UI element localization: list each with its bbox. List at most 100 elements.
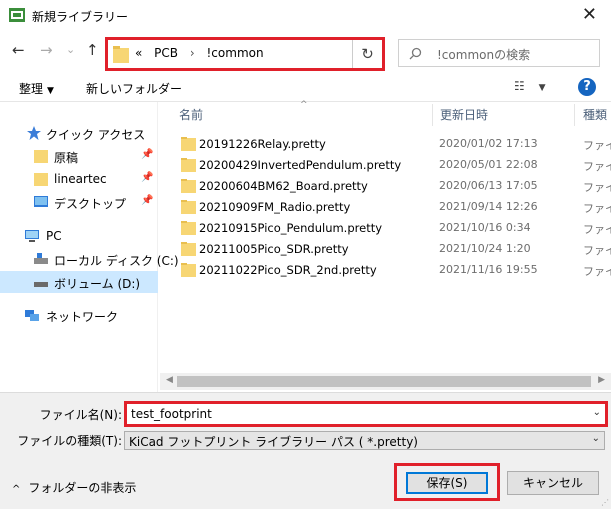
sidebar-item-label: クイック アクセス	[46, 128, 146, 142]
file-date: 2020/05/01 22:08	[439, 158, 538, 171]
file-date: 2021/09/14 12:26	[439, 200, 538, 213]
filename-label: ファイル名(N):	[39, 408, 122, 422]
sidebar-item-manuscript[interactable]: 原稿 📌	[0, 145, 158, 167]
save-button[interactable]: 保存(S)	[406, 472, 488, 494]
folder-icon	[34, 150, 48, 163]
file-date: 2021/10/16 0:34	[439, 221, 531, 234]
resize-grip-icon[interactable]: ⋰	[601, 498, 609, 507]
kicad-app-icon	[9, 8, 25, 22]
scroll-left-icon[interactable]: ◀	[166, 375, 173, 385]
file-name: 20210909FM_Radio.pretty	[199, 200, 351, 214]
address-bar[interactable]: « PCB › !common ↻	[105, 37, 385, 71]
sidebar-item-pc[interactable]: PC	[0, 225, 158, 247]
column-header-name[interactable]: 名前	[179, 106, 203, 123]
column-header-label: 名前	[179, 108, 204, 122]
filename-value: test_footprint	[131, 407, 212, 421]
breadcrumb-item-pcb[interactable]: PCB	[154, 46, 178, 60]
folder-icon	[181, 221, 196, 235]
sidebar-item-volume-d[interactable]: ボリューム (D:)	[0, 271, 158, 293]
file-name: 20211005Pico_SDR.pretty	[199, 242, 349, 256]
title-bar: 新規ライブラリー ✕	[0, 0, 611, 31]
filename-input[interactable]: test_footprint ⌄	[124, 401, 608, 427]
horizontal-scrollbar[interactable]: ◀ ▶	[160, 373, 611, 390]
folder-icon	[181, 137, 196, 151]
sidebar-item-label: ボリューム (D:)	[54, 277, 141, 291]
chevron-up-icon: ^	[12, 484, 21, 495]
pin-icon[interactable]: 📌	[141, 172, 153, 183]
sidebar-item-lineartec[interactable]: lineartec 📌	[0, 168, 158, 190]
column-header-type[interactable]: 種類	[583, 106, 607, 123]
folder-icon	[181, 242, 196, 256]
file-type: ファイ	[583, 244, 611, 257]
file-row[interactable]: 20191226Relay.pretty 2020/01/02 17:13 ファ…	[176, 134, 611, 155]
chevron-down-icon[interactable]: ⌄	[593, 407, 601, 418]
hide-folders-label: フォルダーの非表示	[28, 481, 137, 495]
file-name: 20191226Relay.pretty	[199, 137, 326, 151]
sidebar-item-label: ネットワーク	[46, 310, 119, 324]
file-type: ファイ	[583, 139, 611, 152]
search-box[interactable]: !commonの検索	[398, 39, 600, 67]
breadcrumb-item-common[interactable]: !common	[207, 46, 264, 60]
breadcrumb: « PCB › !common	[135, 46, 272, 60]
hide-folders-toggle[interactable]: ^ フォルダーの非表示	[12, 479, 136, 496]
file-type: ファイ	[583, 265, 611, 278]
file-row[interactable]: 20210915Pico_Pendulum.pretty 2021/10/16 …	[176, 218, 611, 239]
organize-label: 整理	[19, 82, 44, 96]
sidebar-item-desktop[interactable]: デスクトップ 📌	[0, 191, 158, 213]
sidebar-item-label: 原稿	[54, 151, 79, 165]
chevron-down-icon[interactable]: ⌄	[592, 433, 600, 444]
file-type: ファイ	[583, 202, 611, 215]
file-row[interactable]: 20211005Pico_SDR.pretty 2021/10/24 1:20 …	[176, 239, 611, 260]
sidebar-item-label: PC	[46, 229, 62, 243]
pin-icon[interactable]: 📌	[141, 195, 153, 206]
sidebar-item-label: lineartec	[54, 172, 107, 186]
navigation-bar: ← → ⌄ ↑ « PCB › !common ↻ !commonの検索	[0, 31, 611, 71]
sidebar-item-local-disk-c[interactable]: ローカル ディスク (C:)	[0, 248, 179, 270]
file-row[interactable]: 20200604BM62_Board.pretty 2020/06/13 17:…	[176, 176, 611, 197]
scrollbar-thumb[interactable]	[177, 376, 591, 387]
computer-icon	[25, 230, 39, 242]
command-toolbar: 整理 ▼ 新しいフォルダー ☷ ▼ ?	[0, 74, 611, 102]
file-row[interactable]: 20200429InvertedPendulum.pretty 2020/05/…	[176, 155, 611, 176]
filetype-label: ファイルの種類(T):	[17, 434, 122, 448]
sort-ascending-icon: ^	[300, 100, 308, 110]
up-arrow-icon[interactable]: ↑	[86, 41, 99, 59]
sidebar-item-label: デスクトップ	[54, 197, 127, 211]
desktop-icon	[34, 196, 48, 207]
file-type: ファイ	[583, 160, 611, 173]
view-options-icon[interactable]: ☷ ▼	[514, 79, 546, 93]
organize-button[interactable]: 整理 ▼	[19, 80, 54, 97]
file-type: ファイ	[583, 181, 611, 194]
column-header-date[interactable]: 更新日時	[440, 106, 488, 123]
dropdown-caret-icon: ▼	[47, 86, 54, 96]
file-name: 20210915Pico_Pendulum.pretty	[199, 221, 383, 235]
file-date: 2021/11/16 19:55	[439, 263, 538, 276]
column-divider[interactable]	[432, 104, 433, 126]
refresh-icon[interactable]: ↻	[352, 40, 382, 68]
recent-locations-chevron-icon[interactable]: ⌄	[66, 43, 75, 56]
breadcrumb-separator-icon[interactable]: ›	[190, 46, 195, 60]
scroll-right-icon[interactable]: ▶	[598, 375, 605, 385]
back-arrow-icon[interactable]: ←	[12, 41, 25, 59]
file-date: 2020/06/13 17:05	[439, 179, 538, 192]
cancel-button[interactable]: キャンセル	[507, 471, 599, 495]
folder-icon	[181, 179, 196, 193]
forward-arrow-icon[interactable]: →	[40, 41, 53, 59]
help-icon[interactable]: ?	[578, 78, 596, 96]
folder-icon	[181, 200, 196, 214]
folder-icon	[181, 158, 196, 172]
new-folder-button[interactable]: 新しいフォルダー	[86, 80, 182, 97]
sidebar-item-network[interactable]: ネットワーク	[0, 304, 158, 326]
file-row[interactable]: 20210909FM_Radio.pretty 2021/09/14 12:26…	[176, 197, 611, 218]
breadcrumb-overflow-icon[interactable]: «	[135, 46, 142, 60]
close-icon[interactable]: ✕	[582, 4, 597, 25]
sidebar-item-quick-access[interactable]: クイック アクセス	[0, 122, 158, 144]
file-row[interactable]: 20211022Pico_SDR_2nd.pretty 2021/11/16 1…	[176, 260, 611, 281]
column-divider[interactable]	[574, 104, 575, 126]
filetype-value: KiCad フットプリント ライブラリー パス ( *.pretty)	[129, 435, 418, 449]
file-name: 20211022Pico_SDR_2nd.pretty	[199, 263, 377, 277]
pin-icon[interactable]: 📌	[141, 149, 153, 160]
filetype-select[interactable]: KiCad フットプリント ライブラリー パス ( *.pretty) ⌄	[124, 431, 605, 450]
search-icon	[409, 47, 422, 60]
file-date: 2020/01/02 17:13	[439, 137, 538, 150]
